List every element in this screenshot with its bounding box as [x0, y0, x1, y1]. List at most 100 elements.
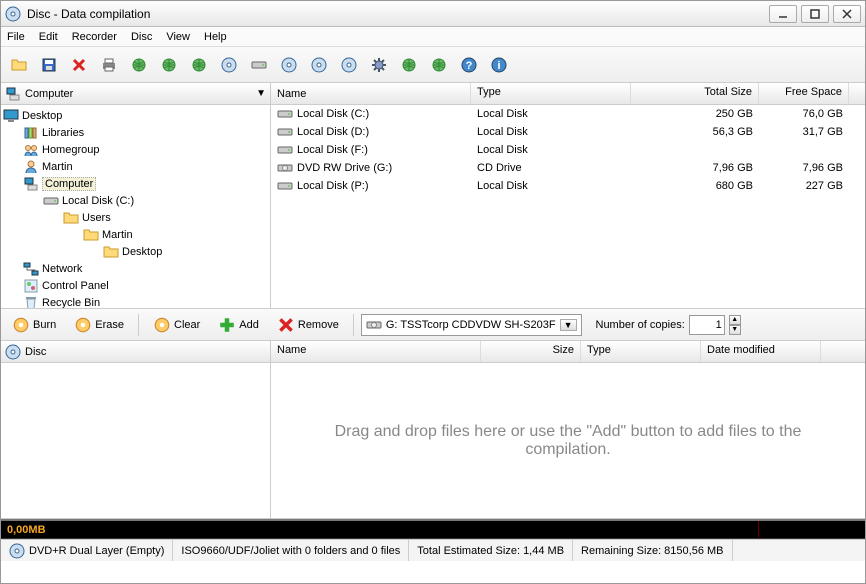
- remove-button[interactable]: Remove: [270, 313, 346, 337]
- disc-icon: [9, 543, 25, 559]
- compilation-panel: Name Size Type Date modified Drag and dr…: [271, 341, 865, 518]
- tree-item[interactable]: Libraries: [3, 124, 268, 141]
- toolbar-globe2-button[interactable]: [155, 51, 183, 79]
- tree-item[interactable]: Network: [3, 260, 268, 277]
- tree-item-label: Desktop: [22, 110, 62, 122]
- tree-item[interactable]: Computer: [3, 175, 268, 192]
- menu-view[interactable]: View: [166, 31, 190, 43]
- col-name[interactable]: Name: [271, 83, 471, 104]
- toolbar-open-button[interactable]: [5, 51, 33, 79]
- app-icon: [5, 6, 21, 22]
- maximize-button[interactable]: [801, 5, 829, 23]
- status-estimated-size: Total Estimated Size: 1,44 MB: [409, 540, 573, 561]
- col-total-size[interactable]: Total Size: [631, 83, 759, 104]
- tree-item[interactable]: Homegroup: [3, 141, 268, 158]
- tree-item[interactable]: Recycle Bin: [3, 294, 268, 308]
- chevron-down-icon: ▼: [560, 319, 577, 331]
- tree-item[interactable]: Martin: [3, 158, 268, 175]
- homegroup-icon: [23, 142, 39, 158]
- toolbar-disc4-button[interactable]: [335, 51, 363, 79]
- status-disc-type: DVD+R Dual Layer (Empty): [1, 540, 173, 561]
- menu-file[interactable]: File: [7, 31, 25, 43]
- disc-label[interactable]: Disc: [25, 346, 46, 358]
- tree-item[interactable]: Desktop: [3, 243, 268, 260]
- menu-recorder[interactable]: Recorder: [72, 31, 117, 43]
- tree-item[interactable]: Desktop: [3, 107, 268, 124]
- comp-col-name[interactable]: Name: [271, 341, 481, 362]
- list-row[interactable]: Local Disk (C:)Local Disk250 GB76,0 GB: [271, 105, 865, 123]
- col-free-space[interactable]: Free Space: [759, 83, 849, 104]
- tree-item-label: Control Panel: [42, 280, 109, 292]
- tree-item-label: Computer: [42, 177, 96, 191]
- folder-icon: [103, 244, 119, 260]
- toolbar-info-button[interactable]: [485, 51, 513, 79]
- folder-icon: [83, 227, 99, 243]
- burn-button[interactable]: Burn: [5, 313, 63, 337]
- copies-label: Number of copies:: [596, 319, 685, 331]
- copies-spinner[interactable]: ▲▼: [729, 315, 741, 335]
- toolbar-globe5-button[interactable]: [425, 51, 453, 79]
- size-progress-bar: 0,00MB: [1, 519, 865, 539]
- toolbar-save-button[interactable]: [35, 51, 63, 79]
- tree-location-dropdown[interactable]: Computer ▼: [1, 83, 270, 105]
- drive-icon: [277, 178, 293, 194]
- toolbar-disc3-button[interactable]: [305, 51, 333, 79]
- toolbar-help-button[interactable]: [455, 51, 483, 79]
- toolbar-drive-button[interactable]: [245, 51, 273, 79]
- drop-zone[interactable]: Drag and drop files here or use the "Add…: [271, 363, 865, 518]
- tree-panel: Computer ▼ Desktop LibrariesHomegroup Mart…: [1, 83, 271, 308]
- toolbar-globe1-button[interactable]: [125, 51, 153, 79]
- comp-col-size[interactable]: Size: [481, 341, 581, 362]
- minimize-button[interactable]: [769, 5, 797, 23]
- drive-icon: [366, 317, 382, 333]
- list-row[interactable]: Local Disk (F:)Local Disk: [271, 141, 865, 159]
- tree-item[interactable]: Control Panel: [3, 277, 268, 294]
- toolbar-globe3-button[interactable]: [185, 51, 213, 79]
- comp-col-type[interactable]: Type: [581, 341, 701, 362]
- tree-item-label: Network: [42, 263, 82, 275]
- erase-button[interactable]: Erase: [67, 313, 131, 337]
- burner-drive-select[interactable]: G: TSSTcorp CDDVDW SH-S203F ▼: [361, 314, 582, 336]
- tree-item-label: Martin: [102, 229, 133, 241]
- toolbar-globe4-button[interactable]: [395, 51, 423, 79]
- status-filesystem: ISO9660/UDF/Joliet with 0 folders and 0 …: [173, 540, 409, 561]
- list-row[interactable]: DVD RW Drive (G:)CD Drive7,96 GB7,96 GB: [271, 159, 865, 177]
- menu-help[interactable]: Help: [204, 31, 227, 43]
- toolbar: [1, 47, 865, 83]
- monitor-icon: [3, 108, 19, 124]
- toolbar-delete-button[interactable]: [65, 51, 93, 79]
- computer-icon: [5, 86, 21, 102]
- toolbar-print-button[interactable]: [95, 51, 123, 79]
- tree-item[interactable]: Users: [3, 209, 268, 226]
- window-title: Disc - Data compilation: [27, 7, 769, 21]
- close-button[interactable]: [833, 5, 861, 23]
- control-icon: [23, 278, 39, 294]
- chevron-down-icon: ▼: [256, 88, 266, 99]
- toolbar-disc1-button[interactable]: [215, 51, 243, 79]
- toolbar-disc2-button[interactable]: [275, 51, 303, 79]
- dvd-icon: [277, 160, 293, 176]
- drive-icon: [277, 124, 293, 140]
- menu-edit[interactable]: Edit: [39, 31, 58, 43]
- add-button[interactable]: Add: [211, 313, 266, 337]
- tree-header-label: Computer: [25, 88, 73, 100]
- menubar: File Edit Recorder Disc View Help: [1, 27, 865, 47]
- tree-item-label: Recycle Bin: [42, 297, 100, 309]
- tree-item[interactable]: Local Disk (C:): [3, 192, 268, 209]
- drop-hint-text: Drag and drop files here or use the "Add…: [291, 423, 845, 459]
- tree-item[interactable]: Martin: [3, 226, 268, 243]
- clear-button[interactable]: Clear: [146, 313, 207, 337]
- file-list-panel: Name Type Total Size Free Space Local Di…: [271, 83, 865, 308]
- toolbar-settings-button[interactable]: [365, 51, 393, 79]
- col-type[interactable]: Type: [471, 83, 631, 104]
- comp-col-date[interactable]: Date modified: [701, 341, 821, 362]
- tree-item-label: Martin: [42, 161, 73, 173]
- copies-input[interactable]: [689, 315, 725, 335]
- drive-icon: [277, 142, 293, 158]
- user-icon: [23, 159, 39, 175]
- menu-disc[interactable]: Disc: [131, 31, 152, 43]
- tree-item-label: Desktop: [122, 246, 162, 258]
- list-row[interactable]: Local Disk (P:)Local Disk680 GB227 GB: [271, 177, 865, 195]
- tree-item-label: Local Disk (C:): [62, 195, 134, 207]
- list-row[interactable]: Local Disk (D:)Local Disk56,3 GB31,7 GB: [271, 123, 865, 141]
